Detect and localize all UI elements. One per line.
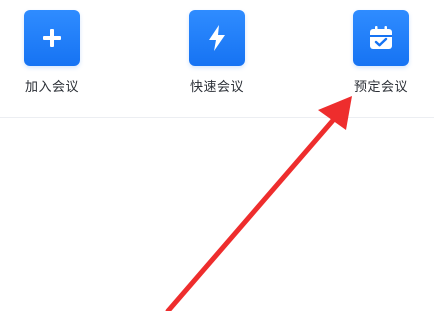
join-meeting-label: 加入会议: [24, 80, 79, 95]
join-meeting-button[interactable]: 加入会议: [10, 10, 94, 106]
lightning-icon: [205, 24, 229, 52]
calendar-check-icon: [367, 24, 395, 52]
schedule-meeting-button[interactable]: 预定会议: [339, 10, 423, 106]
quick-meeting-button[interactable]: 快速会议: [175, 10, 259, 106]
schedule-meeting-tile: [353, 10, 409, 66]
schedule-meeting-label: 预定会议: [353, 80, 408, 95]
meeting-actions-bar: 加入会议 快速会议 预定会议: [0, 0, 434, 118]
quick-meeting-tile: [189, 10, 245, 66]
join-meeting-tile: [24, 10, 80, 66]
quick-meeting-label: 快速会议: [189, 80, 244, 95]
plus-icon: [40, 26, 64, 50]
